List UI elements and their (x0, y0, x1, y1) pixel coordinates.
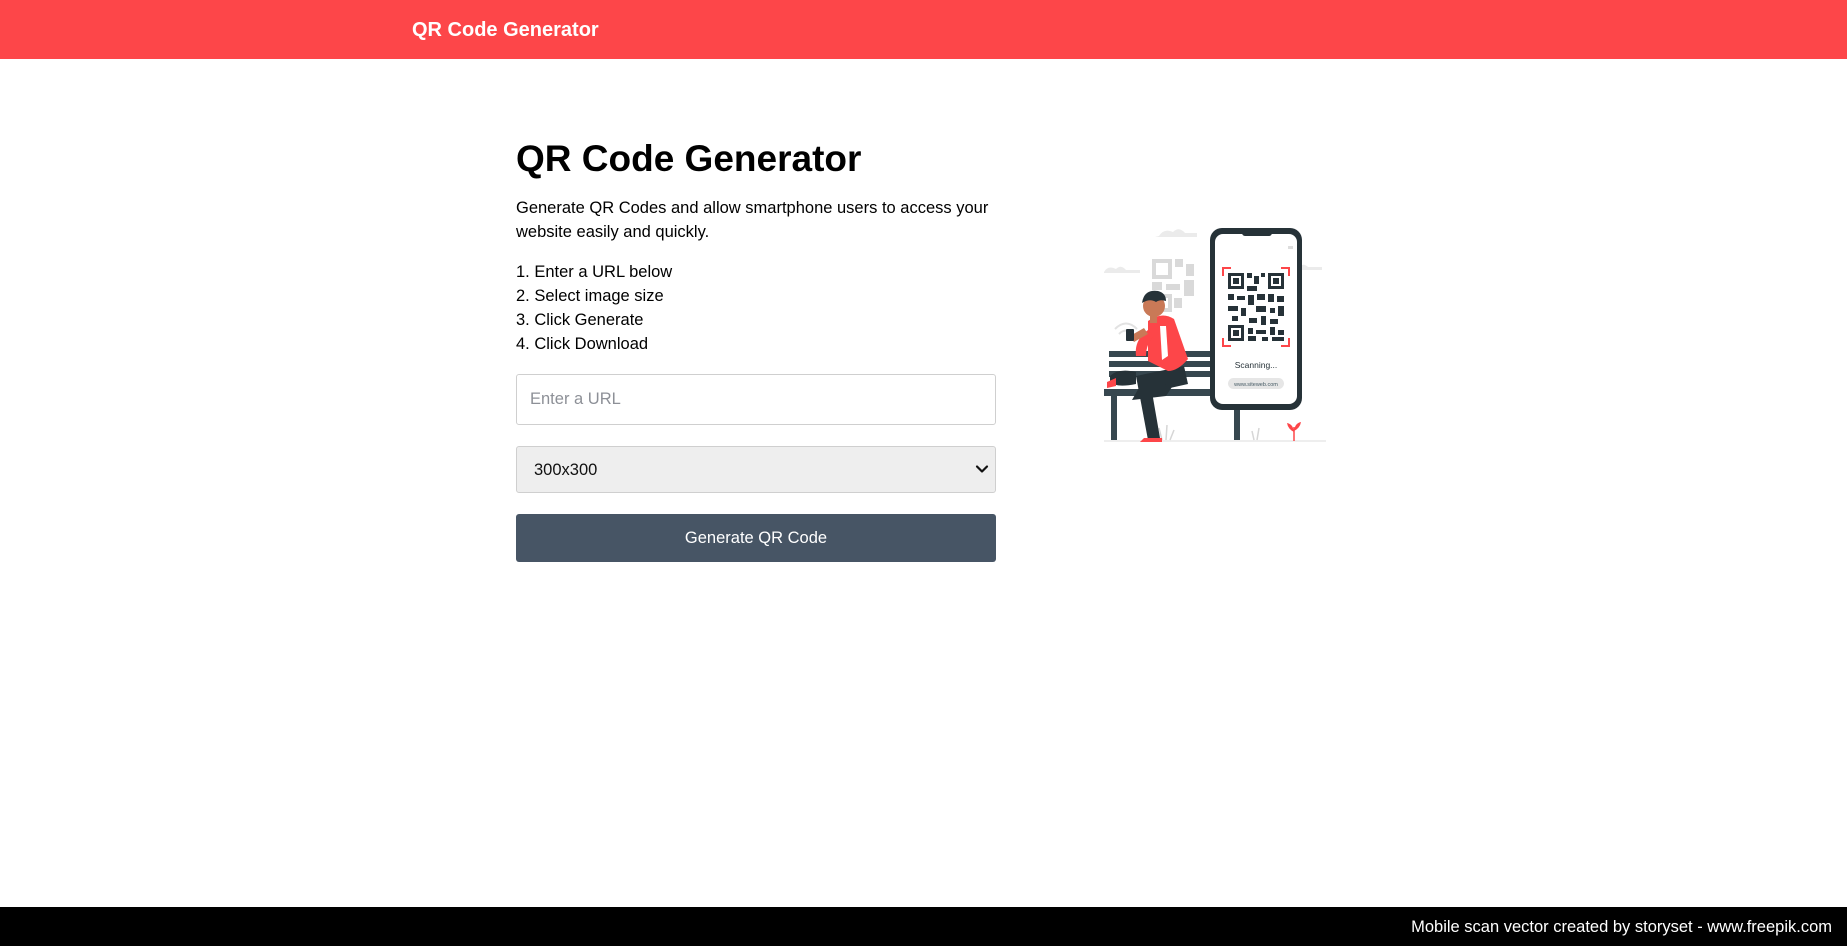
generator-panel: QR Code Generator Generate QR Codes and … (516, 136, 996, 562)
url-input[interactable] (516, 374, 996, 425)
step-item: 2. Select image size (516, 287, 664, 305)
chevron-down-icon (975, 465, 989, 473)
scanning-label: Scanning... (1235, 360, 1278, 370)
step-item: 3. Click Generate (516, 311, 644, 329)
url-chip-label: www.siteweb.com (1233, 382, 1278, 388)
size-select[interactable]: 300x300 (516, 446, 996, 493)
steps-list: 1. Enter a URL below 2. Select image siz… (516, 260, 996, 356)
step-item: 4. Click Download (516, 335, 649, 353)
mobile-scan-illustration: Scanning... www.siteweb.com (1104, 228, 1326, 442)
generate-qr-button[interactable]: Generate QR Code (516, 514, 996, 562)
intro-text: Generate QR Codes and allow smartphone u… (516, 199, 989, 241)
footer: Mobile scan vector created by storyset -… (0, 907, 1847, 946)
step-item: 1. Enter a URL below (516, 263, 673, 281)
footer-credit: Mobile scan vector created by storyset -… (1411, 918, 1832, 936)
size-select-value: 300x300 (534, 461, 598, 479)
top-navbar: QR Code Generator (0, 0, 1847, 59)
page-title: QR Code Generator (516, 138, 862, 179)
brand-title[interactable]: QR Code Generator (412, 18, 599, 42)
